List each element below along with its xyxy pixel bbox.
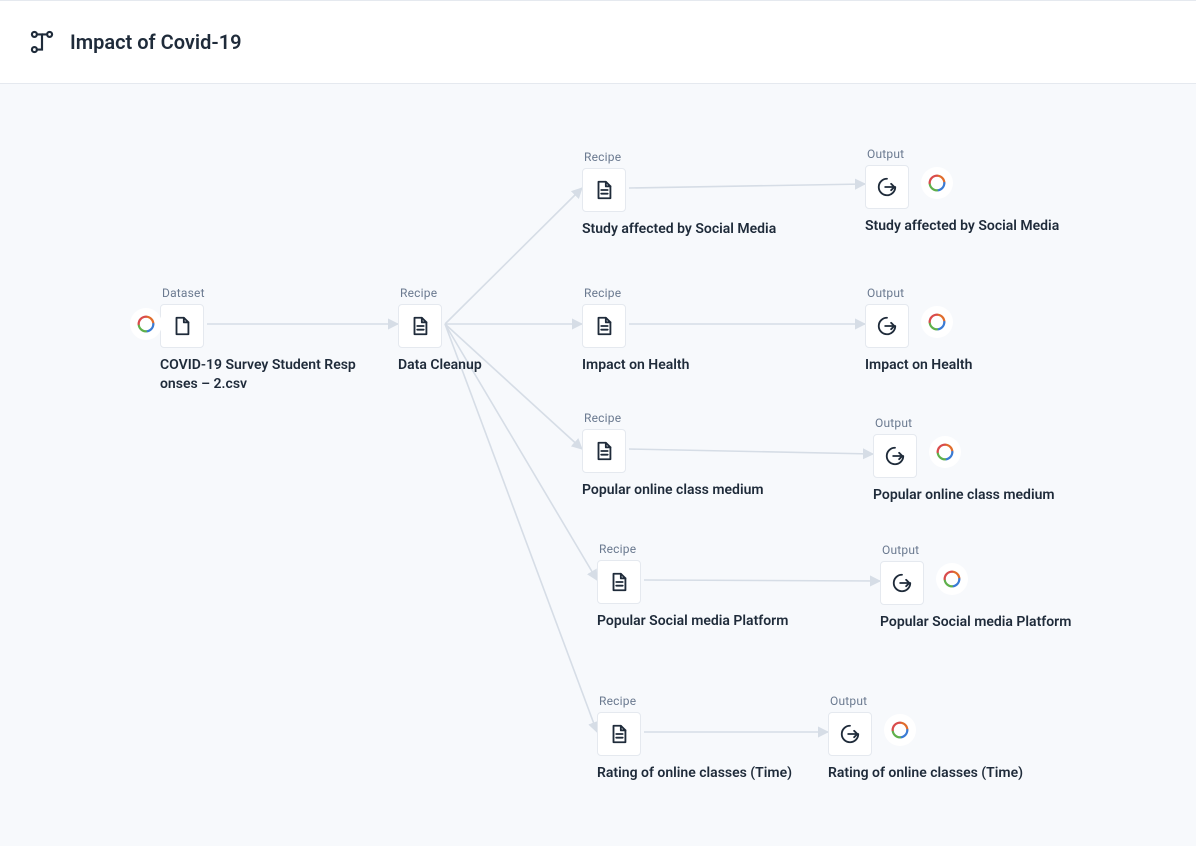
node-recipe-popular-online-class-medium[interactable]: Recipe Popular online class medium [582,411,812,500]
file-icon [160,304,204,348]
node-output-rating-online-classes[interactable]: Output Rating of online classes (Time) [828,694,1058,783]
node-kind-label: Recipe [599,694,827,708]
node-kind-label: Output [867,147,1095,161]
node-kind-label: Recipe [584,411,812,425]
swirl-icon [921,306,953,338]
flow-canvas[interactable]: Dataset COVID-19 Survey Student Resp ons… [0,84,1196,846]
node-kind-label: Output [867,286,1095,300]
node-output-impact-health[interactable]: Output Impact on Health [865,286,1095,375]
output-icon [873,434,917,478]
node-output-popular-social-platform[interactable]: Output Popular Social media Platform [880,543,1110,632]
output-icon [865,165,909,209]
header-bar: Impact of Covid-19 [0,0,1196,84]
node-kind-label: Recipe [584,150,812,164]
node-title: Popular online class medium [582,481,812,500]
node-kind-label: Output [830,694,1058,708]
swirl-icon [884,714,916,746]
node-title: Popular online class medium [873,486,1103,505]
node-title: Rating of online classes (Time) [828,764,1058,783]
node-title: COVID-19 Survey Student Resp onses – 2.c… [160,356,360,394]
swirl-icon [130,308,162,340]
node-title: Impact on Health [865,356,1095,375]
node-recipe-impact-health[interactable]: Recipe Impact on Health [582,286,812,375]
node-kind-label: Dataset [162,286,390,300]
node-title: Popular Social media Platform [597,612,827,631]
node-recipe-popular-social-platform[interactable]: Recipe Popular Social media Platform [597,542,827,631]
node-title: Rating of online classes (Time) [597,764,827,783]
node-recipe-rating-online-classes[interactable]: Recipe Rating of online classes (Time) [597,694,827,783]
node-kind-label: Output [882,543,1110,557]
node-title: Popular Social media Platform [880,613,1110,632]
recipe-icon [582,168,626,212]
node-kind-label: Recipe [584,286,812,300]
node-title: Study affected by Social Media [582,220,812,239]
node-kind-label: Recipe [599,542,827,556]
swirl-icon [936,563,968,595]
node-dataset-covid-survey[interactable]: Dataset COVID-19 Survey Student Resp ons… [160,286,390,394]
page-title: Impact of Covid-19 [70,30,242,54]
node-title: Impact on Health [582,356,812,375]
output-icon [880,561,924,605]
swirl-icon [929,436,961,468]
node-title: Study affected by Social Media [865,217,1095,236]
node-output-popular-online-class-medium[interactable]: Output Popular online class medium [873,416,1103,505]
recipe-icon [597,560,641,604]
recipe-icon [398,304,442,348]
node-output-study-social-media[interactable]: Output Study affected by Social Media [865,147,1095,236]
recipe-icon [597,712,641,756]
recipe-icon [582,429,626,473]
node-recipe-study-social-media[interactable]: Recipe Study affected by Social Media [582,150,812,239]
swirl-icon [921,167,953,199]
recipe-icon [582,304,626,348]
flow-icon [28,28,56,56]
node-kind-label: Output [875,416,1103,430]
output-icon [865,304,909,348]
output-icon [828,712,872,756]
